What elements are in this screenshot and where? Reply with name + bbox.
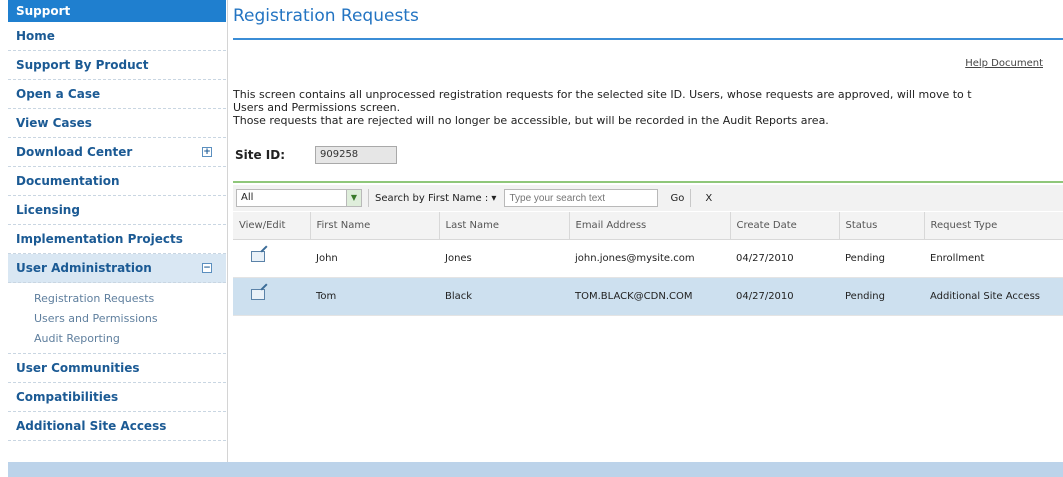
- status-cell: Pending: [839, 277, 924, 316]
- sidebar-divider: [227, 0, 228, 462]
- toolbar-separator: [368, 189, 369, 207]
- page-title: Registration Requests: [233, 6, 419, 26]
- first-name-cell: John: [310, 239, 439, 278]
- email-cell: TOM.BLACK@CDN.COM: [569, 277, 730, 316]
- sidebar-item-documentation[interactable]: Documentation: [8, 167, 226, 196]
- sidebar-item-label: Documentation: [16, 174, 120, 188]
- table-header-row: View/Edit First Name Last Name Email Add…: [233, 212, 1063, 240]
- sidebar-item-label: Home: [16, 29, 55, 43]
- sidebar-item-download-center[interactable]: Download Center +: [8, 138, 226, 167]
- toolbar-separator: [690, 189, 692, 207]
- intro-line: Users and Permissions screen.: [233, 101, 401, 114]
- sidebar-item-label: Compatibilities: [16, 390, 119, 404]
- filter-select[interactable]: All ▼: [236, 189, 362, 207]
- last-name-cell: Black: [439, 277, 569, 316]
- sidebar-item-additional-site-access[interactable]: Additional Site Access: [8, 412, 226, 441]
- sidebar-item-compatibilities[interactable]: Compatibilities: [8, 383, 226, 412]
- sidebar-item-label: Additional Site Access: [16, 419, 167, 433]
- column-header-email[interactable]: Email Address: [569, 212, 731, 240]
- email-cell: john.jones@mysite.com: [569, 239, 730, 278]
- sidebar-item-support-by-product[interactable]: Support By Product: [8, 51, 226, 80]
- horizontal-scrollbar[interactable]: [8, 462, 1063, 477]
- sidebar-header: Support: [8, 0, 226, 22]
- first-name-cell: Tom: [310, 277, 439, 316]
- column-header-request-type[interactable]: Request Type: [924, 212, 1063, 240]
- sidebar-item-label: Open a Case: [16, 87, 101, 101]
- search-by-dropdown[interactable]: Search by First Name : ▾: [375, 193, 496, 204]
- sidebar-item-label: Implementation Projects: [16, 232, 183, 246]
- edit-icon[interactable]: [251, 251, 265, 262]
- requests-table: View/Edit First Name Last Name Email Add…: [233, 212, 1063, 316]
- view-edit-cell: [233, 239, 310, 278]
- search-input[interactable]: [504, 189, 659, 207]
- go-button[interactable]: Go: [670, 193, 684, 204]
- request-type-cell: Enrollment: [924, 239, 1063, 278]
- column-header-last-name[interactable]: Last Name: [439, 212, 570, 240]
- sidebar-item-label: Licensing: [16, 203, 80, 217]
- main-content: Registration Requests Help Document This…: [233, 0, 1063, 462]
- create-date-cell: 04/27/2010: [730, 277, 839, 316]
- chevron-down-icon[interactable]: ▼: [346, 190, 361, 206]
- table-row[interactable]: John Jones john.jones@mysite.com 04/27/2…: [233, 239, 1063, 278]
- intro-text: This screen contains all unprocessed reg…: [233, 88, 1063, 127]
- title-divider: [233, 38, 1063, 40]
- view-edit-cell: [233, 277, 310, 316]
- clear-search-button[interactable]: X: [705, 193, 712, 204]
- filter-select-value: All: [241, 192, 254, 203]
- table-row[interactable]: Tom Black TOM.BLACK@CDN.COM 04/27/2010 P…: [233, 277, 1063, 316]
- sidebar-item-user-administration[interactable]: User Administration −: [8, 254, 226, 283]
- sidebar-item-home[interactable]: Home: [8, 22, 226, 51]
- grid-toolbar: All ▼ Search by First Name : ▾ Go X: [233, 185, 1063, 211]
- submenu-item-registration-requests[interactable]: Registration Requests: [34, 289, 226, 309]
- column-header-create-date[interactable]: Create Date: [730, 212, 840, 240]
- sidebar-item-licensing[interactable]: Licensing: [8, 196, 226, 225]
- help-document-link[interactable]: Help Document: [965, 58, 1043, 69]
- column-header-view-edit[interactable]: View/Edit: [233, 212, 311, 240]
- sidebar-item-open-a-case[interactable]: Open a Case: [8, 80, 226, 109]
- site-id-field: 909258: [315, 146, 397, 164]
- column-header-first-name[interactable]: First Name: [310, 212, 440, 240]
- sidebar-item-label: User Administration: [16, 261, 152, 275]
- last-name-cell: Jones: [439, 239, 569, 278]
- sidebar-item-label: User Communities: [16, 361, 140, 375]
- sidebar-item-label: Support By Product: [16, 58, 149, 72]
- collapse-icon[interactable]: −: [202, 263, 212, 273]
- sidebar-item-label: Download Center: [16, 145, 133, 159]
- edit-icon[interactable]: [251, 289, 265, 300]
- sidebar-item-user-communities[interactable]: User Communities: [8, 354, 226, 383]
- site-id-label: Site ID:: [235, 148, 286, 162]
- sidebar-item-implementation-projects[interactable]: Implementation Projects: [8, 225, 226, 254]
- request-type-cell: Additional Site Access: [924, 277, 1063, 316]
- create-date-cell: 04/27/2010: [730, 239, 839, 278]
- intro-line: This screen contains all unprocessed reg…: [233, 88, 972, 101]
- submenu-item-audit-reporting[interactable]: Audit Reporting: [34, 329, 226, 349]
- grid-top-rule: [233, 181, 1063, 183]
- sidebar-item-label: View Cases: [16, 116, 92, 130]
- intro-line: Those requests that are rejected will no…: [233, 114, 829, 127]
- sidebar-item-view-cases[interactable]: View Cases: [8, 109, 226, 138]
- submenu-item-users-and-permissions[interactable]: Users and Permissions: [34, 309, 226, 329]
- sidebar-submenu: Registration Requests Users and Permissi…: [8, 283, 226, 354]
- sidebar-nav: Support Home Support By Product Open a C…: [8, 0, 226, 462]
- column-header-status[interactable]: Status: [839, 212, 925, 240]
- status-cell: Pending: [839, 239, 924, 278]
- expand-icon[interactable]: +: [202, 147, 212, 157]
- site-id-row: Site ID: 909258: [235, 146, 397, 164]
